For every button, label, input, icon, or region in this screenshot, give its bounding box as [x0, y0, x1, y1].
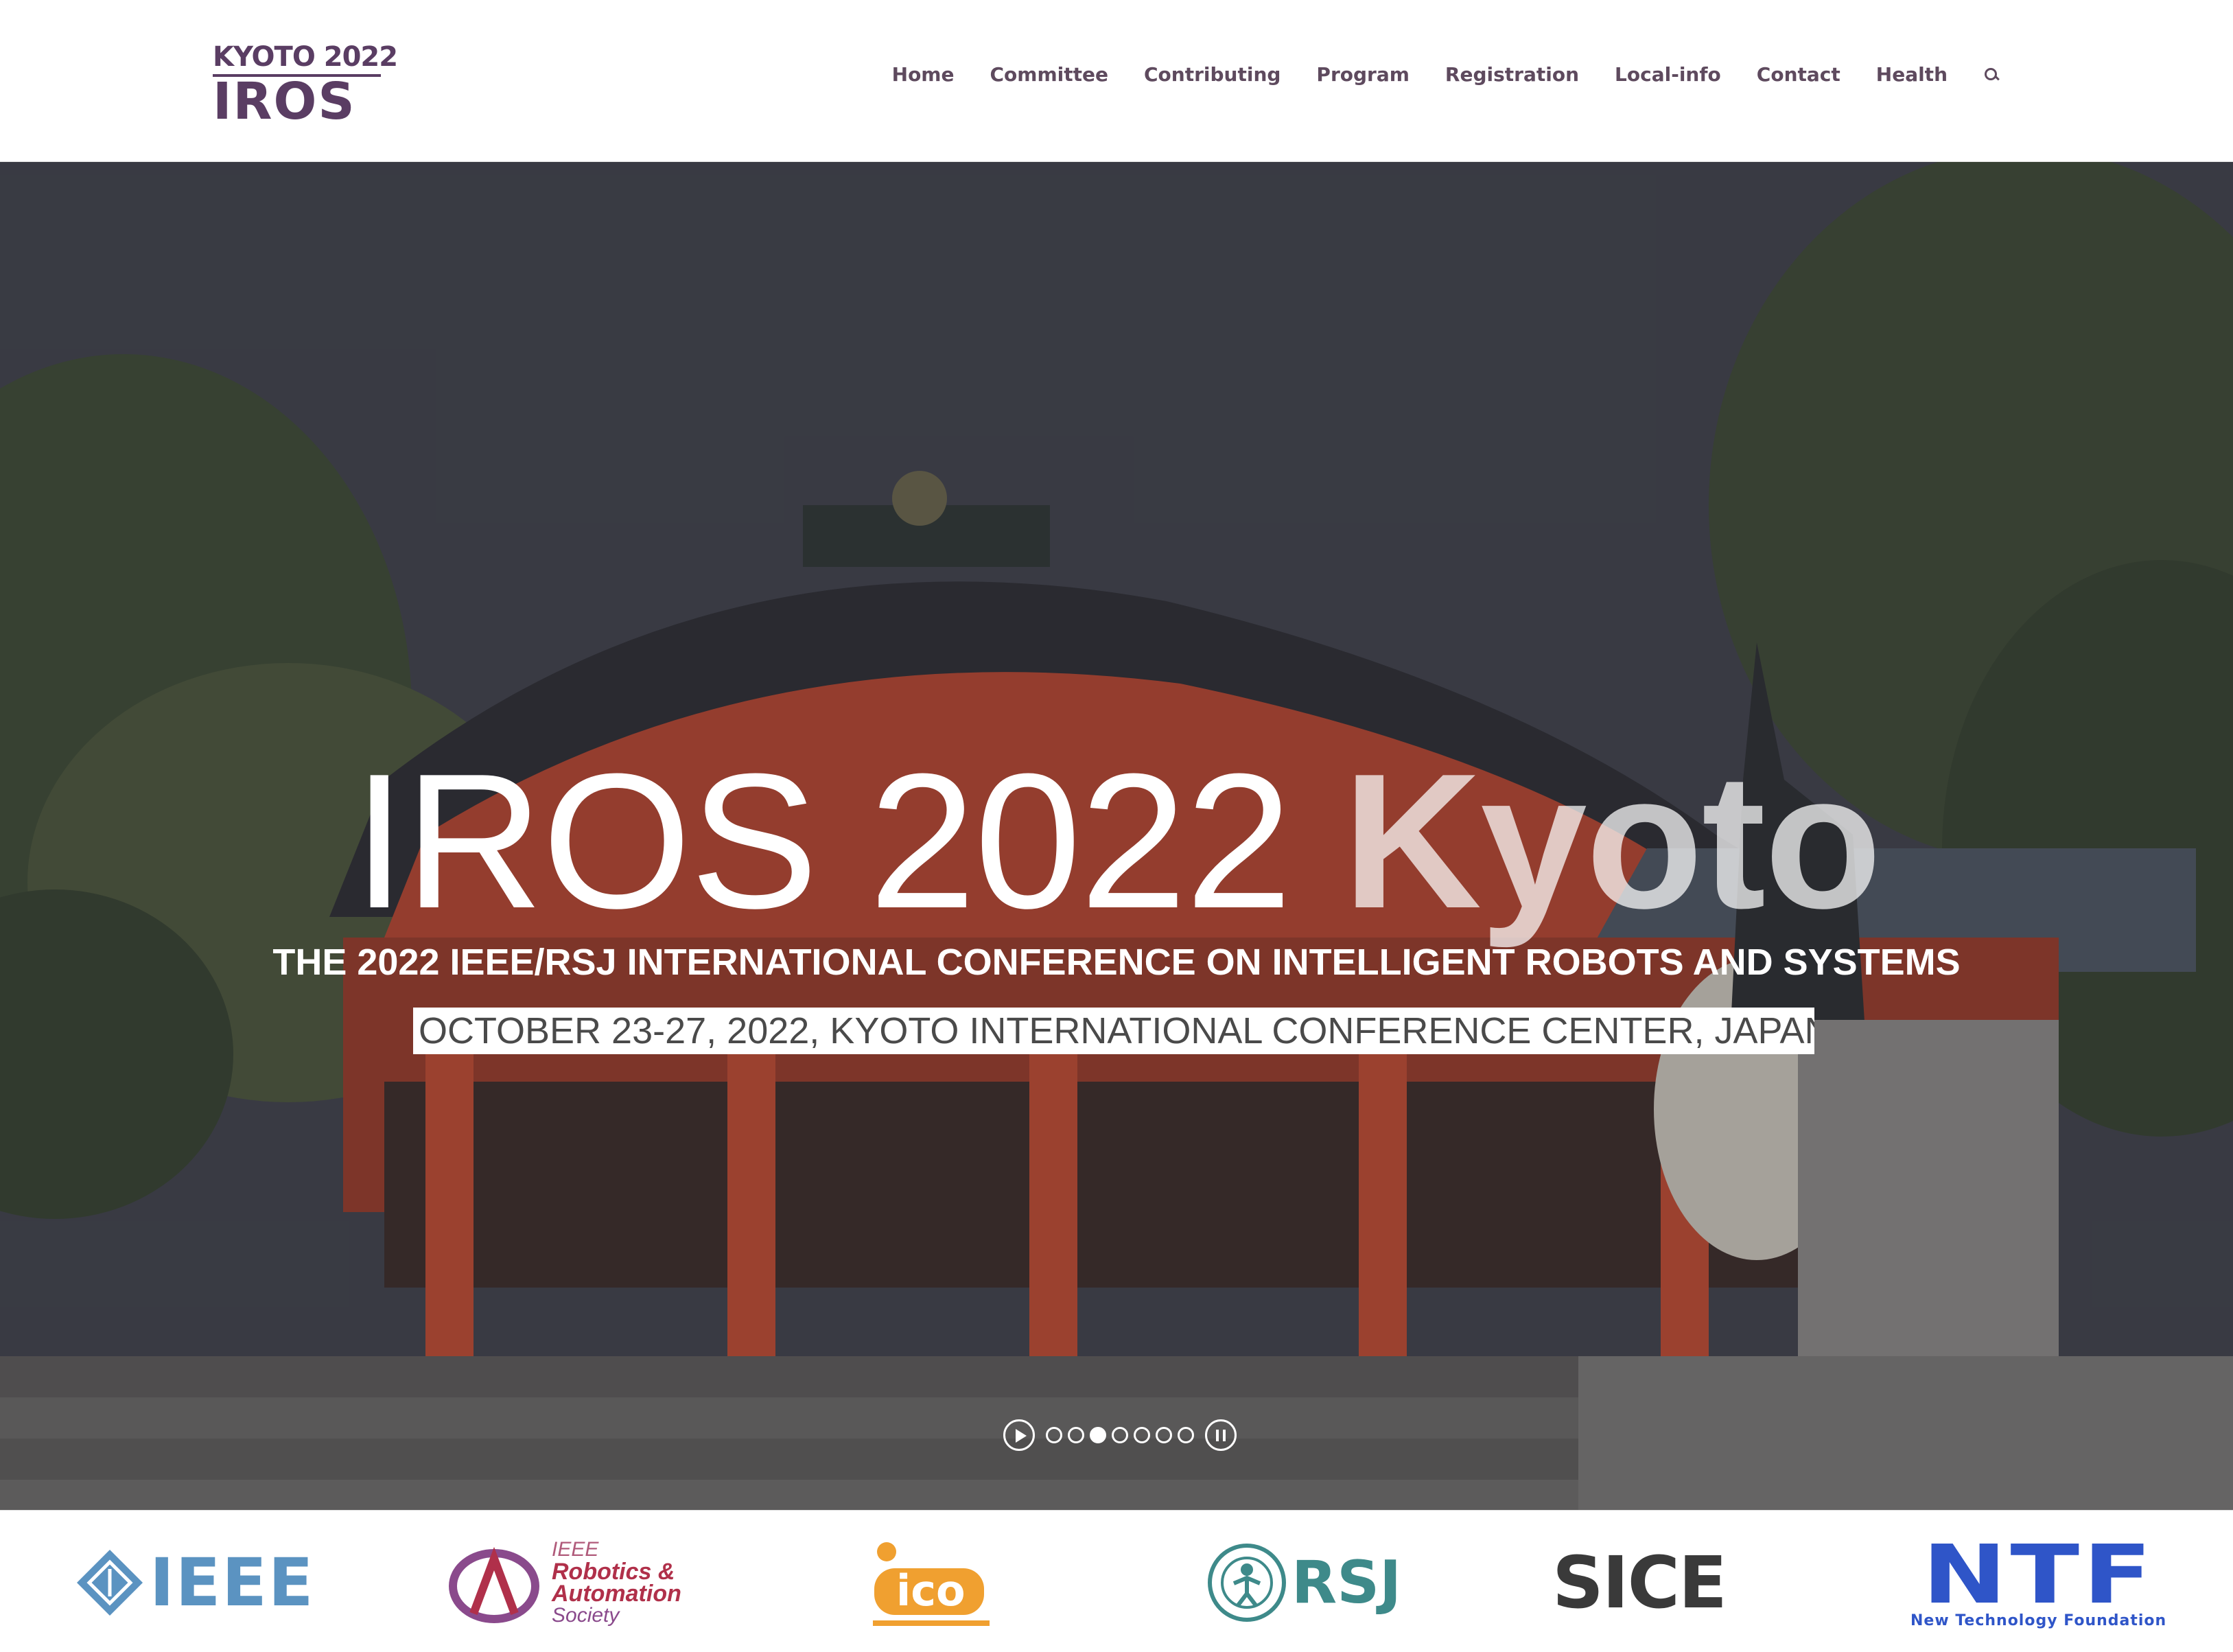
slide-dot-2[interactable] — [1068, 1427, 1084, 1443]
slide-dot-3[interactable] — [1090, 1427, 1106, 1443]
main-nav: Home Committee Contributing Program Regi… — [856, 63, 2000, 86]
slide-dot-5[interactable] — [1134, 1427, 1150, 1443]
ico-logo[interactable]: ico — [866, 1531, 996, 1634]
ieee-ras-logo[interactable]: IEEE Robotics & Automation Society — [446, 1531, 681, 1634]
ras-emblem-icon — [449, 1546, 539, 1623]
hero-date-location: OCTOBER 23-27, 2022, KYOTO INTERNATIONAL… — [413, 1008, 1814, 1054]
nav-home[interactable]: Home — [892, 63, 955, 86]
logo-year-text: KYOTO 2022 — [213, 41, 398, 73]
slider-controls — [1003, 1419, 1237, 1451]
hero-title-accent: Kyoto — [1342, 734, 1882, 949]
sice-text: SICE — [1552, 1541, 1727, 1625]
ntf-logo[interactable]: NTF New Technology Foundation — [1910, 1531, 2166, 1634]
nav-local-info[interactable]: Local-info — [1615, 63, 1721, 86]
slide-dot-4[interactable] — [1112, 1427, 1128, 1443]
nav-contributing[interactable]: Contributing — [1144, 63, 1281, 86]
ras-line-4: Society — [552, 1604, 620, 1627]
play-icon[interactable] — [1003, 1419, 1035, 1451]
ras-line-3: Automation — [552, 1581, 681, 1607]
iros-kyoto-logo[interactable]: KYOTO 2022 IROS — [213, 41, 398, 129]
pause-icon[interactable] — [1205, 1419, 1237, 1451]
slide-dot-7[interactable] — [1178, 1427, 1194, 1443]
hero-subtitle: THE 2022 IEEE/RSJ INTERNATIONAL CONFEREN… — [272, 942, 1961, 983]
sponsor-logos: IEEE IEEE Robotics & Automation Society … — [0, 1510, 2233, 1652]
nav-committee[interactable]: Committee — [990, 63, 1108, 86]
rsj-text: RSJ — [1291, 1548, 1402, 1617]
ras-text-block: IEEE Robotics & Automation Society — [552, 1539, 681, 1627]
hero-title-main: IROS 2022 — [352, 734, 1292, 949]
slide-dot-1[interactable] — [1046, 1427, 1062, 1443]
ieee-logo[interactable]: IEEE — [75, 1531, 314, 1634]
nav-contact[interactable]: Contact — [1757, 63, 1840, 86]
nav-health[interactable]: Health — [1876, 63, 1948, 86]
ras-line-1: IEEE — [552, 1538, 599, 1561]
logo-brand-text: IROS — [213, 72, 356, 131]
search-icon[interactable] — [1983, 67, 2000, 83]
ras-line-2: Robotics & — [552, 1559, 675, 1585]
ntf-mark: NTF — [1921, 1526, 2155, 1622]
site-header: KYOTO 2022 IROS Home Committee Contribut… — [0, 0, 2233, 162]
rsj-seal-icon — [1208, 1544, 1286, 1622]
nav-registration[interactable]: Registration — [1445, 63, 1579, 86]
rsj-logo[interactable]: RSJ — [1206, 1531, 1401, 1634]
hero-title: IROS 2022 Kyoto — [0, 738, 2233, 944]
ieee-text: IEEE — [150, 1544, 315, 1621]
sice-logo[interactable]: SICE — [1552, 1531, 1727, 1634]
nav-program[interactable]: Program — [1316, 63, 1410, 86]
slide-dot-6[interactable] — [1156, 1427, 1172, 1443]
slide-dots — [1043, 1427, 1197, 1443]
ico-text: ico — [896, 1566, 966, 1616]
hero-slider: IROS 2022 Kyoto THE 2022 IEEE/RSJ INTERN… — [0, 162, 2233, 1510]
ieee-diamond-icon — [77, 1550, 143, 1616]
